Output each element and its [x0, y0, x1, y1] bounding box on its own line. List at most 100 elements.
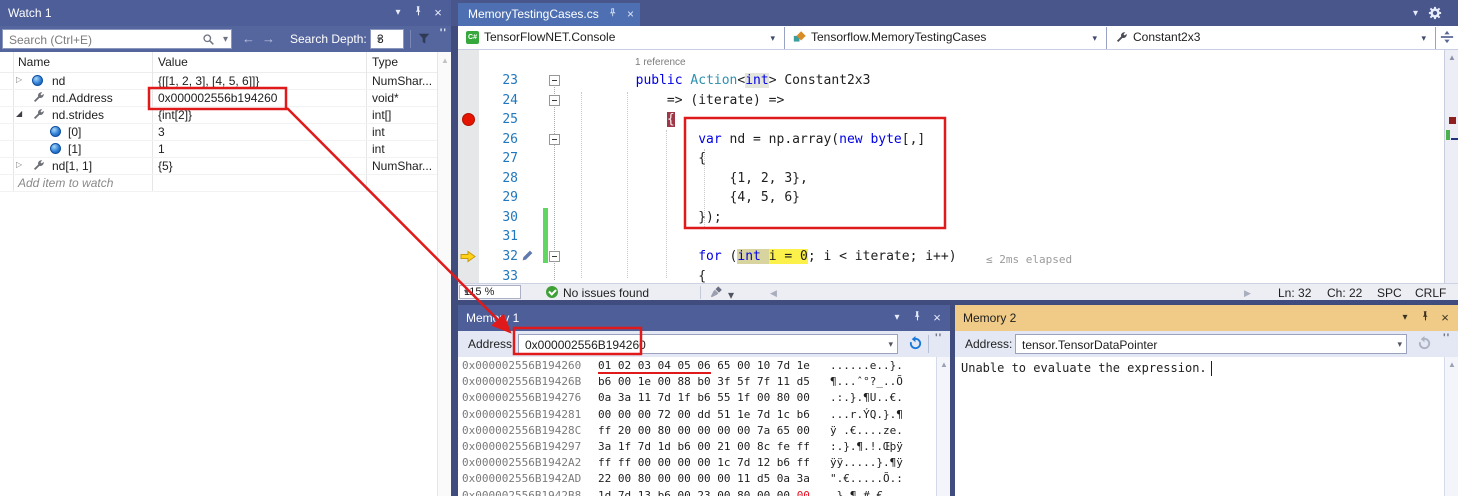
- memory1-address-combo[interactable]: 0x000002556B194260 ▾: [518, 334, 898, 354]
- memory2-scrollbar[interactable]: ▲: [1444, 357, 1458, 496]
- expander-icon[interactable]: ◢: [16, 109, 22, 118]
- column-header-value[interactable]: Value: [158, 55, 188, 69]
- watch-row-type: NumShar...: [372, 74, 432, 88]
- code-editor[interactable]: 1 reference 23 public Action<int> Consta…: [458, 50, 1444, 283]
- search-depth-combo[interactable]: 3 ▾: [370, 29, 404, 49]
- memory2-address-combo[interactable]: tensor.TensorDataPointer ▾: [1015, 334, 1407, 354]
- zoom-combo[interactable]: 115 % ▾: [459, 285, 521, 299]
- line-number[interactable]: 31: [480, 227, 518, 247]
- close-icon[interactable]: ×: [1436, 305, 1454, 331]
- code-cleanup-broom-icon[interactable]: [710, 285, 724, 302]
- refresh-icon-disabled[interactable]: [1417, 336, 1432, 354]
- line-number[interactable]: 23: [480, 71, 518, 91]
- breakpoint-icon[interactable]: [462, 113, 475, 126]
- project-dropdown[interactable]: C# TensorFlowNET.Console ▾: [458, 26, 783, 49]
- column-header-type[interactable]: Type: [372, 55, 398, 69]
- scroll-up-icon[interactable]: ▲: [1448, 53, 1456, 62]
- type-dropdown[interactable]: Tensorflow.MemoryTestingCases ▾: [785, 26, 1105, 49]
- pin-icon[interactable]: [409, 0, 427, 26]
- watch-row[interactable]: ◢nd.strides{int[2]}int[]: [0, 106, 437, 124]
- expander-icon[interactable]: ▷: [16, 160, 22, 169]
- fold-toggle-icon[interactable]: [549, 95, 560, 106]
- hscroll-left-icon[interactable]: ◀: [770, 288, 777, 299]
- member-dropdown[interactable]: Constant2x3 ▾: [1107, 26, 1434, 49]
- watch-titlebar[interactable]: Watch 1 ▾ ×: [0, 0, 451, 26]
- memory1-scrollbar[interactable]: ▲: [936, 357, 950, 496]
- expander-icon[interactable]: ▷: [16, 75, 22, 84]
- watch-row[interactable]: nd.Address0x000002556b194260void*: [0, 89, 437, 107]
- line-number[interactable]: 26: [480, 130, 518, 150]
- window-position-menu-icon[interactable]: ▾: [389, 0, 407, 26]
- code-line[interactable]: public Action<int> Constant2x3: [573, 71, 870, 91]
- line-number[interactable]: 27: [480, 149, 518, 169]
- gear-icon[interactable]: [1428, 6, 1442, 23]
- code-line[interactable]: for (int i = 0; i < iterate; i++)≤ 2ms e…: [573, 247, 957, 267]
- search-back-icon[interactable]: ←: [242, 31, 255, 46]
- watch-scrollbar[interactable]: ▲: [437, 52, 451, 496]
- window-position-menu-icon[interactable]: ▾: [1396, 305, 1414, 331]
- document-list-caret-icon[interactable]: ▾: [1413, 8, 1418, 19]
- code-line[interactable]: {: [573, 267, 706, 284]
- scroll-up-icon[interactable]: ▲: [441, 56, 449, 65]
- code-line[interactable]: });: [573, 208, 722, 228]
- status-eol[interactable]: CRLF: [1415, 286, 1446, 300]
- refresh-icon[interactable]: [908, 336, 923, 354]
- search-input[interactable]: Search (Ctrl+E) ▾: [2, 29, 232, 49]
- line-number[interactable]: 33: [480, 267, 518, 284]
- filter-pinned-icon[interactable]: [417, 32, 431, 49]
- line-number[interactable]: 28: [480, 169, 518, 189]
- status-column[interactable]: Ch: 22: [1327, 286, 1362, 300]
- pin-icon[interactable]: [1416, 305, 1434, 331]
- search-icon[interactable]: [202, 33, 215, 49]
- watch-row[interactable]: Add item to watch: [0, 174, 437, 192]
- fold-toggle-icon[interactable]: [549, 75, 560, 86]
- memory1-titlebar[interactable]: Memory 1 ▾ ×: [458, 305, 950, 331]
- breakpoint-margin[interactable]: [458, 50, 479, 283]
- fold-toggle-icon[interactable]: [549, 134, 560, 145]
- watch-row[interactable]: [0]3int: [0, 123, 437, 141]
- code-line[interactable]: {1, 2, 3},: [573, 169, 808, 189]
- code-line[interactable]: => (iterate) =>: [573, 91, 784, 111]
- hscroll-right-icon[interactable]: ▶: [1244, 288, 1251, 299]
- scroll-up-icon[interactable]: ▲: [940, 360, 948, 369]
- column-header-name[interactable]: Name: [18, 55, 50, 69]
- toolbar-overflow-icon[interactable]: '': [1443, 332, 1450, 344]
- editor-scrollbar[interactable]: ▲: [1444, 50, 1458, 283]
- close-icon[interactable]: ×: [928, 305, 946, 331]
- chevron-down-icon[interactable]: ▾: [728, 288, 734, 302]
- scroll-up-icon[interactable]: ▲: [1448, 360, 1456, 369]
- split-editor-handle[interactable]: [1436, 26, 1458, 49]
- line-number[interactable]: 29: [480, 188, 518, 208]
- pin-icon[interactable]: [908, 305, 926, 331]
- tab-pin-icon[interactable]: [608, 3, 618, 26]
- code-line[interactable]: var nd = np.array(new byte[,]: [573, 130, 925, 150]
- code-line[interactable]: {: [573, 149, 706, 169]
- codelens-references[interactable]: 1 reference: [635, 57, 686, 68]
- search-forward-icon[interactable]: →: [262, 31, 275, 46]
- line-number[interactable]: 24: [480, 91, 518, 111]
- health-check-icon[interactable]: [546, 286, 558, 298]
- issues-status[interactable]: No issues found: [563, 286, 649, 300]
- watch-row[interactable]: ▷nd{[[1, 2, 3], [4, 5, 6]]}NumShar...: [0, 72, 437, 90]
- code-line[interactable]: {: [573, 110, 675, 130]
- tab-memorytestingcases[interactable]: MemoryTestingCases.cs ×: [458, 3, 640, 26]
- code-line[interactable]: {4, 5, 6}: [573, 188, 800, 208]
- watch-row[interactable]: [1]1int: [0, 140, 437, 158]
- search-options-caret-icon[interactable]: ▾: [223, 34, 228, 45]
- watch-row[interactable]: ▷nd[1, 1]{5}NumShar...: [0, 157, 437, 175]
- memory2-content[interactable]: Unable to evaluate the expression.: [955, 357, 1444, 496]
- fold-toggle-icon[interactable]: [549, 251, 560, 262]
- toolbar-overflow-icon[interactable]: '': [440, 27, 447, 39]
- status-spaces[interactable]: SPC: [1377, 286, 1402, 300]
- window-position-menu-icon[interactable]: ▾: [888, 305, 906, 331]
- watch-add-placeholder[interactable]: Add item to watch: [18, 176, 113, 190]
- tab-close-icon[interactable]: ×: [627, 3, 634, 26]
- line-number[interactable]: 25: [480, 110, 518, 130]
- toolbar-overflow-icon[interactable]: '': [935, 332, 942, 344]
- memory2-titlebar[interactable]: Memory 2 ▾ ×: [955, 305, 1458, 331]
- status-line[interactable]: Ln: 32: [1278, 286, 1311, 300]
- close-icon[interactable]: ×: [429, 0, 447, 26]
- memory1-grid[interactable]: 0x000002556B19426001 02 03 04 05 06 65 0…: [458, 357, 936, 496]
- line-number[interactable]: 30: [480, 208, 518, 228]
- line-number[interactable]: 32: [480, 247, 518, 267]
